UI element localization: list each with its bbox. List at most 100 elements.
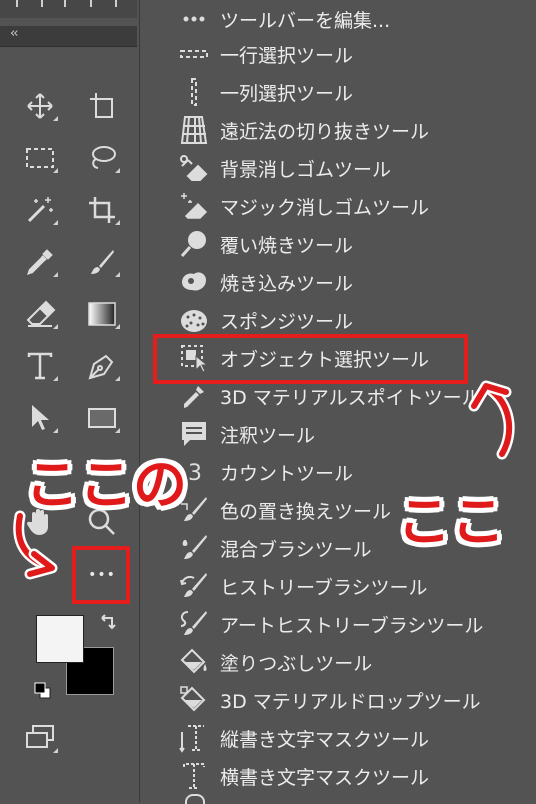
partial-next-item-icon [185,794,205,804]
menu-item-label: アートヒストリーブラシツール [220,614,484,637]
single-column-marquee-icon [176,74,212,110]
top-stub [64,0,66,7]
menu-item-single-row-marquee[interactable]: 一行選択ツール [140,35,536,73]
menu-item-vertical-type-mask[interactable]: 縦書き文字マスクツール [140,719,536,757]
menu-item-3d-material-drop[interactable]: 3D マテリアルドロップツール [140,681,536,719]
submenu-corner [53,116,58,121]
crop-tool[interactable] [84,192,120,228]
eraser-tool[interactable] [22,296,58,332]
menu-item-edit-toolbar[interactable]: ツールバーを編集... [140,0,536,38]
menu-item-label: 3D マテリアルドロップツール [220,690,481,713]
submenu-corner [115,324,120,329]
single-row-marquee-icon [176,36,212,72]
default-colors-icon[interactable] [33,681,53,705]
artboard-tool[interactable] [84,88,120,124]
history-brush-icon [176,568,212,604]
move-tool[interactable] [22,88,58,124]
submenu-corner [115,428,120,433]
menu-item-art-history-brush[interactable]: アートヒストリーブラシツール [140,605,536,643]
brush-tool[interactable] [84,244,120,280]
menu-item-perspective-crop[interactable]: 遠近法の切り抜きツール [140,111,536,149]
callout-right: ここ [397,490,505,553]
arrow-left-icon [13,510,58,580]
menu-item-horizontal-type-mask[interactable]: 横書き文字マスクツール [140,757,536,795]
dodge-icon [176,226,212,262]
menu-item-label: 一行選択ツール [220,44,354,67]
top-stub [41,0,43,7]
toolbar: ‹‹ ••• [0,0,137,802]
menu-item-label: 色の置き換えツール [220,500,392,523]
submenu-corner [53,220,58,225]
menu-item-label: 覆い焼きツール [220,234,354,257]
artboard-icon [90,93,113,118]
menu-item-single-column-marquee[interactable]: 一列選択ツール [140,73,536,111]
background-eraser-icon [176,150,212,186]
gradient-tool[interactable] [84,296,120,332]
highlight-object-selection [153,334,468,384]
arrow-right-icon [468,380,515,460]
eyedropper-tool[interactable] [22,244,58,280]
paint-bucket-icon [176,644,212,680]
submenu-corner [53,272,58,277]
lasso-tool[interactable] [84,140,120,176]
arrow-icon [32,405,49,430]
menu-item-label: ツールバーを編集... [220,9,391,32]
collapse-button[interactable]: ‹‹ [10,26,19,41]
top-stub [90,0,92,7]
submenu-corner [115,272,120,277]
submenu-corner [53,376,58,381]
menu-item-label: ヒストリーブラシツール [220,576,428,599]
path-selection-tool[interactable] [22,400,58,436]
menu-item-label: 背景消しゴムツール [220,158,392,181]
submenu-corner [115,168,120,173]
menu-item-history-brush[interactable]: ヒストリーブラシツール [140,567,536,605]
toolbar-top-strip [0,0,137,18]
menu-item-label: 遠近法の切り抜きツール [220,120,430,143]
pen-icon [88,354,114,380]
submenu-corner [53,748,58,753]
menu-item-label: マジック消しゴムツール [220,196,430,219]
submenu-corner [53,324,58,329]
rectangle-tool[interactable] [84,400,120,436]
vertical-type-mask-icon [176,720,212,756]
top-stub [16,0,18,7]
toolbar-header: ‹‹ [0,26,137,47]
callout-left: ここの [25,453,187,516]
horizontal-type-mask-icon [176,758,212,794]
magic-wand-icon [27,197,53,223]
menu-item-paint-bucket[interactable]: 塗りつぶしツール [140,643,536,681]
menu-item-label: 塗りつぶしツール [220,652,373,675]
magic-eraser-icon [176,188,212,224]
sponge-icon [176,302,212,338]
submenu-corner [115,376,120,381]
menu-item-background-eraser[interactable]: 背景消しゴムツール [140,149,536,187]
foreground-color-swatch[interactable] [36,615,84,663]
magic-wand-tool[interactable] [22,192,58,228]
pen-tool[interactable] [84,348,120,384]
screen-mode-button[interactable] [22,720,58,756]
highlight-more-tools [72,546,130,604]
menu-item-label: スポンジツール [220,310,354,333]
svg-text:3: 3 [188,461,202,486]
more-dots-icon [176,1,212,37]
gradient-icon [88,302,116,326]
type-tool[interactable] [22,348,58,384]
menu-item-dodge[interactable]: 覆い焼きツール [140,225,536,263]
menu-item-label: カウントツール [220,462,354,485]
menu-item-burn[interactable]: 焼き込みツール [140,263,536,301]
submenu-corner [53,168,58,173]
menu-item-label: 注釈ツール [220,424,316,447]
marquee-tool[interactable] [22,140,58,176]
lasso-icon [92,146,116,169]
move-icon [27,93,53,119]
burn-icon [176,264,212,300]
swap-colors-icon[interactable] [98,614,120,640]
3d-material-drop-icon [176,682,212,718]
brush-icon [91,250,114,274]
screen-mode-icon [26,725,54,748]
top-stub [115,0,117,7]
menu-item-label: 混合ブラシツール [220,538,372,561]
menu-item-label: 焼き込みツール [220,272,354,295]
submenu-corner [53,428,58,433]
menu-item-magic-eraser[interactable]: マジック消しゴムツール [140,187,536,225]
